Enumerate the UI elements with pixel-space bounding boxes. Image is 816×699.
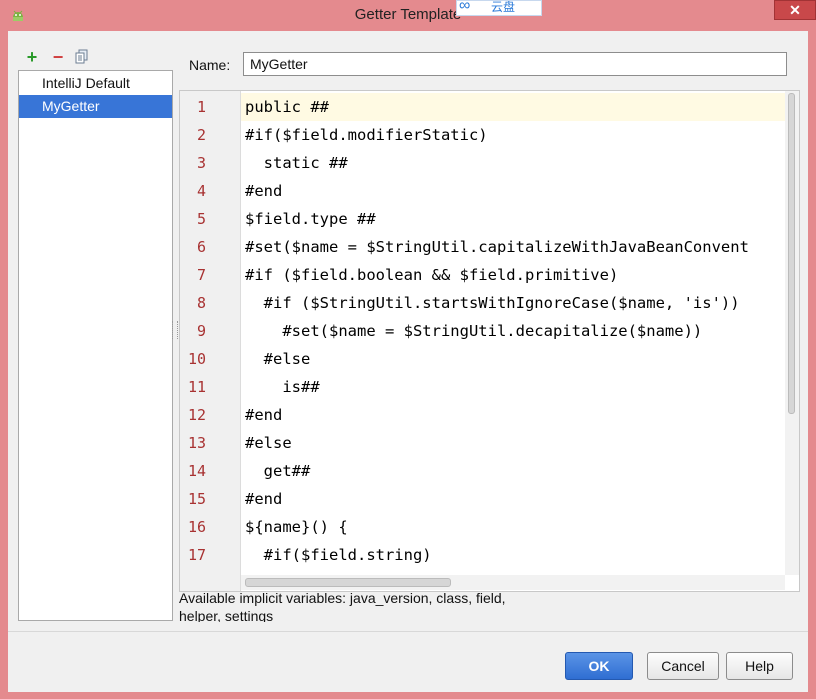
copy-icon[interactable]: [74, 49, 90, 65]
window-frame: Getter Template ∞ 云盘 ✕ + − IntelliJ Defa…: [0, 0, 816, 699]
code-line[interactable]: #if($field.modifierStatic): [245, 121, 488, 149]
implicit-variables-hint: Available implicit variables: java_versi…: [179, 590, 506, 622]
ok-button[interactable]: OK: [565, 652, 633, 680]
name-input[interactable]: [243, 52, 787, 76]
code-line[interactable]: $field.type ##: [245, 205, 376, 233]
code-area[interactable]: public ## #if($field.modifierStatic) stat…: [241, 91, 786, 575]
code-line[interactable]: is##: [245, 373, 319, 401]
template-item-mygetter[interactable]: MyGetter: [19, 95, 172, 118]
code-line[interactable]: #end: [245, 177, 282, 205]
button-bar-divider: [8, 631, 808, 632]
code-line[interactable]: #if ($StringUtil.startsWithIgnoreCase($n…: [245, 289, 740, 317]
code-line[interactable]: #else: [245, 345, 311, 373]
vertical-scroll-thumb[interactable]: [788, 93, 795, 414]
line-number: 3: [196, 154, 206, 172]
vertical-scrollbar[interactable]: [785, 91, 799, 575]
cancel-button[interactable]: Cancel: [647, 652, 719, 680]
template-list[interactable]: IntelliJ Default MyGetter: [18, 70, 173, 621]
code-line[interactable]: get##: [245, 457, 311, 485]
line-number: 6: [196, 238, 206, 256]
template-editor[interactable]: 1 2 3 4 5 6 7 8 9 10 11 12 13 14 15 16 17 public ## #if($…: [179, 90, 800, 592]
line-number: 15: [187, 490, 206, 508]
help-button[interactable]: Help: [726, 652, 793, 680]
dialog-content: + − IntelliJ Default MyGetter Name: 1234…: [8, 31, 808, 692]
code-line[interactable]: static ##: [245, 149, 348, 177]
line-number: 13: [187, 434, 206, 452]
horizontal-scroll-thumb[interactable]: [245, 578, 451, 587]
code-line[interactable]: #if ($field.boolean && $field.primitive): [245, 261, 618, 289]
line-number: 4: [196, 182, 206, 200]
code-line[interactable]: ${name}() {: [245, 513, 348, 541]
code-line[interactable]: #end: [245, 401, 282, 429]
line-number: 8: [196, 294, 206, 312]
cloud-disk-label: 云盘: [491, 0, 516, 14]
remove-template-button[interactable]: −: [50, 48, 66, 66]
window-title: Getter Template: [354, 6, 462, 23]
code-line[interactable]: #set($name = $StringUtil.capitalizeWithJ…: [245, 233, 749, 261]
title-bar[interactable]: Getter Template ∞ 云盘 ✕: [0, 0, 816, 30]
cloud-disk-badge[interactable]: ∞ 云盘: [456, 0, 542, 16]
line-number: 5: [196, 210, 206, 228]
horizontal-scrollbar[interactable]: [241, 575, 785, 590]
line-number: 17: [187, 546, 206, 564]
splitter-handle[interactable]: [172, 321, 178, 339]
code-line[interactable]: #if($field.string): [245, 541, 432, 569]
name-label: Name:: [189, 57, 231, 73]
line-number: 10: [187, 350, 206, 368]
line-number: 12: [187, 406, 206, 424]
add-template-button[interactable]: +: [24, 48, 40, 66]
code-line[interactable]: public ##: [245, 93, 329, 121]
line-number: 14: [187, 462, 206, 480]
code-line[interactable]: #end: [245, 485, 282, 513]
code-line[interactable]: #set($name = $StringUtil.decapitalize($n…: [245, 317, 702, 345]
line-number: 1: [196, 98, 206, 116]
close-button[interactable]: ✕: [774, 0, 816, 20]
line-number: 7: [196, 266, 206, 284]
infinity-icon: ∞: [459, 0, 471, 14]
line-number: 2: [196, 126, 206, 144]
line-number: 9: [196, 322, 206, 340]
line-number: 11: [187, 378, 206, 396]
line-number: 16: [187, 518, 206, 536]
template-item-intellij-default[interactable]: IntelliJ Default: [19, 72, 172, 95]
code-line[interactable]: #else: [245, 429, 292, 457]
line-number-gutter: 1 2 3 4 5 6 7 8 9 10 11 12 13 14 15 16 17: [180, 91, 241, 591]
